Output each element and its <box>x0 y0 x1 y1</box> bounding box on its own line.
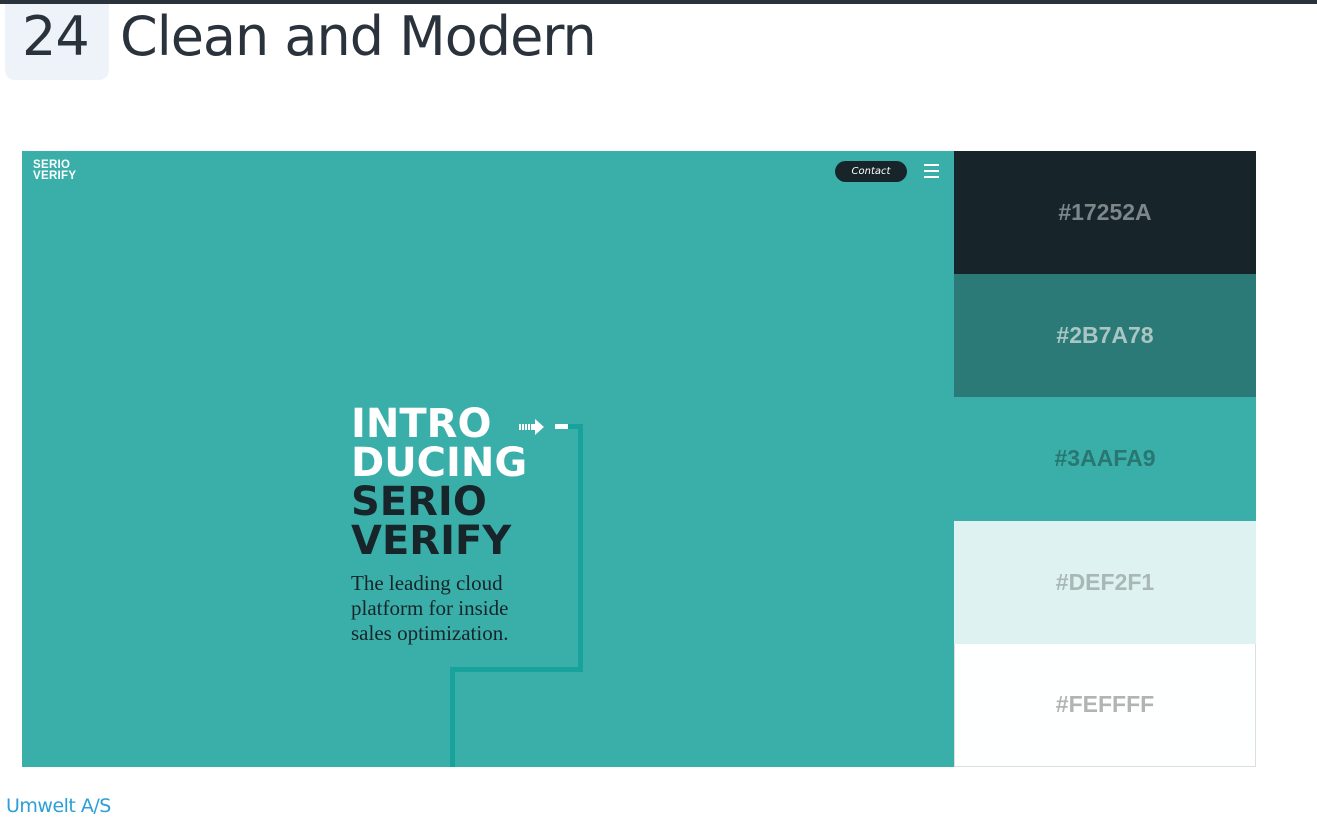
section-title: Clean and Modern <box>120 5 597 68</box>
color-palette: #17252A #2B7A78 #3AAFA9 #DEF2F1 #FEFFFF <box>954 151 1256 767</box>
swatch-hex-label: #17252A <box>1058 199 1152 226</box>
source-link[interactable]: Umwelt A/S <box>6 792 111 820</box>
design-preview: SERIO VERIFY Contact INTRO DUCING SERIO … <box>22 151 1256 767</box>
headline-line: SERIO <box>351 479 487 525</box>
color-swatch: #FEFFFF <box>954 643 1256 767</box>
color-swatch: #DEF2F1 <box>954 520 1256 644</box>
swatch-hex-label: #FEFFFF <box>1055 691 1155 718</box>
tagline-line: platform for inside <box>351 596 509 620</box>
hero-tagline: The leading cloud platform for inside sa… <box>351 571 591 646</box>
hero-headline: INTRO DUCING SERIO VERIFY <box>351 401 528 564</box>
tagline-line: sales optimization. <box>351 621 509 645</box>
swatch-hex-label: #3AAFA9 <box>1054 445 1156 472</box>
color-swatch: #3AAFA9 <box>954 397 1256 521</box>
tagline-line: The leading cloud <box>351 571 503 595</box>
color-swatch: #17252A <box>954 151 1256 275</box>
swatch-hex-label: #DEF2F1 <box>1055 568 1155 595</box>
headline-line: DUCING <box>351 440 528 486</box>
swatch-hex-label: #2B7A78 <box>1056 322 1154 349</box>
color-swatch: #2B7A78 <box>954 274 1256 398</box>
headline-line: INTRO <box>351 401 492 447</box>
headline-line: VERIFY <box>351 518 512 564</box>
top-rule <box>0 0 1317 4</box>
section-number: 24 <box>22 5 90 68</box>
hero-panel: SERIO VERIFY Contact INTRO DUCING SERIO … <box>22 151 954 767</box>
